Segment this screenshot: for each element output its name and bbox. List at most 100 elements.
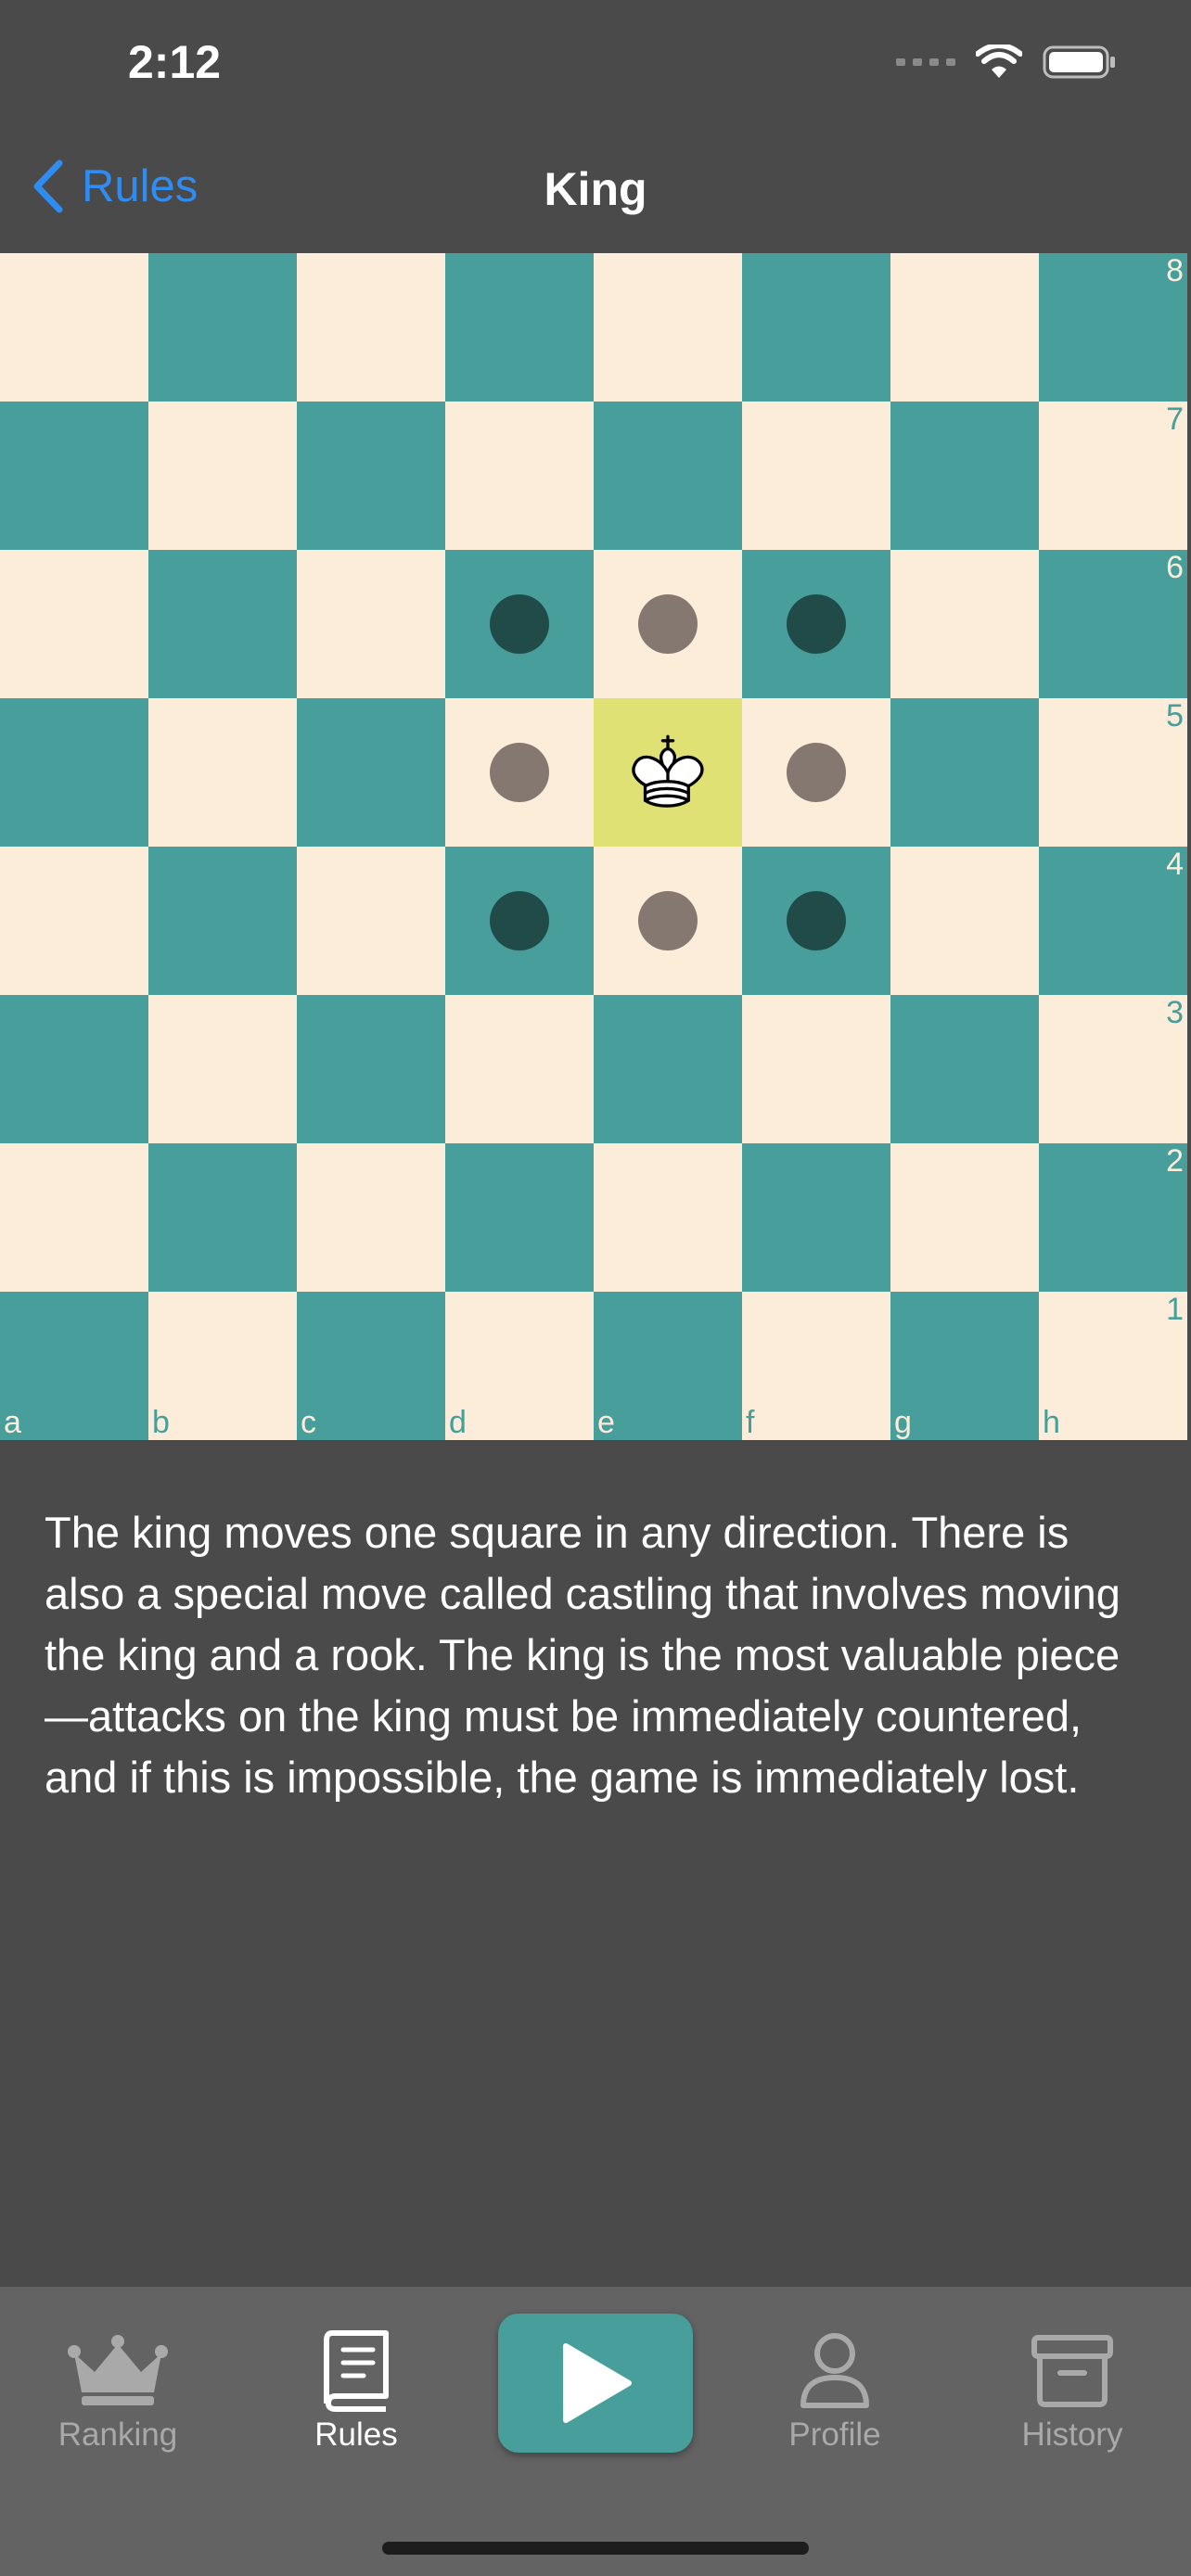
- status-bar: 2:12: [0, 0, 1191, 130]
- board-square-f5[interactable]: [742, 698, 890, 847]
- board-square-a7[interactable]: [0, 402, 148, 550]
- move-indicator-dot[interactable]: [638, 594, 698, 654]
- board-square-d7[interactable]: [445, 402, 594, 550]
- file-label-h: h: [1043, 1405, 1060, 1440]
- chess-board: 8 76 543 2 ab c d ef g1h: [0, 253, 1189, 1440]
- cellular-signal-icon: [896, 58, 955, 66]
- board-square-a6[interactable]: [0, 550, 148, 698]
- board-square-c8[interactable]: [297, 253, 445, 402]
- rank-label-6: 6: [1166, 550, 1184, 585]
- board-square-h7[interactable]: 7: [1039, 402, 1187, 550]
- page-title: King: [544, 163, 647, 215]
- board-square-f2[interactable]: [742, 1143, 890, 1292]
- status-time: 2:12: [128, 36, 222, 88]
- board-square-e6[interactable]: [594, 550, 742, 698]
- board-square-e1[interactable]: e: [594, 1292, 742, 1440]
- tab-profile-label: Profile: [788, 2417, 881, 2453]
- board-square-h1[interactable]: 1h: [1039, 1292, 1187, 1440]
- board-square-b5[interactable]: [148, 698, 297, 847]
- board-square-g5[interactable]: [890, 698, 1039, 847]
- board-square-f6[interactable]: [742, 550, 890, 698]
- board-square-a4[interactable]: [0, 847, 148, 995]
- file-label-d: d: [449, 1405, 467, 1440]
- person-icon: [800, 2333, 869, 2408]
- board-square-f8[interactable]: [742, 253, 890, 402]
- white-king-icon[interactable]: [621, 724, 714, 817]
- board-square-f1[interactable]: f: [742, 1292, 890, 1440]
- board-square-b1[interactable]: b: [148, 1292, 297, 1440]
- file-label-f: f: [746, 1405, 755, 1440]
- board-square-d6[interactable]: [445, 550, 594, 698]
- move-indicator-dot[interactable]: [490, 743, 549, 802]
- board-square-e5[interactable]: [594, 698, 742, 847]
- move-indicator-dot[interactable]: [490, 891, 549, 950]
- board-square-e2[interactable]: [594, 1143, 742, 1292]
- move-indicator-dot[interactable]: [638, 891, 698, 950]
- board-square-h3[interactable]: 3: [1039, 995, 1187, 1143]
- board-square-e4[interactable]: [594, 847, 742, 995]
- play-icon: [563, 2343, 632, 2423]
- board-square-h5[interactable]: 5: [1039, 698, 1187, 847]
- board-square-a5[interactable]: [0, 698, 148, 847]
- board-square-a1[interactable]: a: [0, 1292, 148, 1440]
- board-square-h8[interactable]: 8: [1039, 253, 1187, 402]
- tab-history[interactable]: History: [980, 2324, 1165, 2481]
- rank-label-8: 8: [1166, 253, 1184, 288]
- board-square-e3[interactable]: [594, 995, 742, 1143]
- board-square-c5[interactable]: [297, 698, 445, 847]
- file-label-c: c: [301, 1405, 316, 1440]
- tab-rules[interactable]: Rules: [263, 2324, 449, 2481]
- tab-bar: Ranking Rules Profile History: [0, 2287, 1191, 2576]
- board-square-f3[interactable]: [742, 995, 890, 1143]
- board-square-h6[interactable]: 6: [1039, 550, 1187, 698]
- move-indicator-dot[interactable]: [787, 594, 846, 654]
- board-square-c1[interactable]: c: [297, 1292, 445, 1440]
- board-square-b6[interactable]: [148, 550, 297, 698]
- board-square-d4[interactable]: [445, 847, 594, 995]
- board-square-c3[interactable]: [297, 995, 445, 1143]
- status-icons: [896, 45, 1117, 80]
- navigation-bar: Rules King: [0, 139, 1191, 246]
- board-square-b7[interactable]: [148, 402, 297, 550]
- crown-icon: [68, 2335, 168, 2405]
- board-square-e8[interactable]: [594, 253, 742, 402]
- book-icon: [324, 2330, 389, 2412]
- board-square-g2[interactable]: [890, 1143, 1039, 1292]
- board-square-a3[interactable]: [0, 995, 148, 1143]
- board-square-c2[interactable]: [297, 1143, 445, 1292]
- board-square-g3[interactable]: [890, 995, 1039, 1143]
- move-indicator-dot[interactable]: [490, 594, 549, 654]
- play-button[interactable]: [498, 2314, 693, 2453]
- board-square-c7[interactable]: [297, 402, 445, 550]
- board-square-d3[interactable]: [445, 995, 594, 1143]
- tab-profile[interactable]: Profile: [742, 2324, 928, 2481]
- board-square-a8[interactable]: [0, 253, 148, 402]
- board-square-f4[interactable]: [742, 847, 890, 995]
- board-square-f7[interactable]: [742, 402, 890, 550]
- board-square-b3[interactable]: [148, 995, 297, 1143]
- board-square-c6[interactable]: [297, 550, 445, 698]
- move-indicator-dot[interactable]: [787, 891, 846, 950]
- board-square-a2[interactable]: [0, 1143, 148, 1292]
- rule-description: The king moves one square in any directi…: [45, 1508, 1121, 1802]
- board-square-e7[interactable]: [594, 402, 742, 550]
- board-square-d5[interactable]: [445, 698, 594, 847]
- board-square-g4[interactable]: [890, 847, 1039, 995]
- board-square-b2[interactable]: [148, 1143, 297, 1292]
- board-square-h2[interactable]: 2: [1039, 1143, 1187, 1292]
- board-square-b4[interactable]: [148, 847, 297, 995]
- board-square-h4[interactable]: 4: [1039, 847, 1187, 995]
- board-square-g8[interactable]: [890, 253, 1039, 402]
- board-square-g6[interactable]: [890, 550, 1039, 698]
- rank-label-3: 3: [1166, 995, 1184, 1030]
- board-square-g7[interactable]: [890, 402, 1039, 550]
- board-square-d1[interactable]: d: [445, 1292, 594, 1440]
- board-square-c4[interactable]: [297, 847, 445, 995]
- board-square-d2[interactable]: [445, 1143, 594, 1292]
- board-square-d8[interactable]: [445, 253, 594, 402]
- tab-ranking[interactable]: Ranking: [25, 2324, 211, 2481]
- file-label-b: b: [152, 1405, 170, 1440]
- board-square-b8[interactable]: [148, 253, 297, 402]
- move-indicator-dot[interactable]: [787, 743, 846, 802]
- board-square-g1[interactable]: g: [890, 1292, 1039, 1440]
